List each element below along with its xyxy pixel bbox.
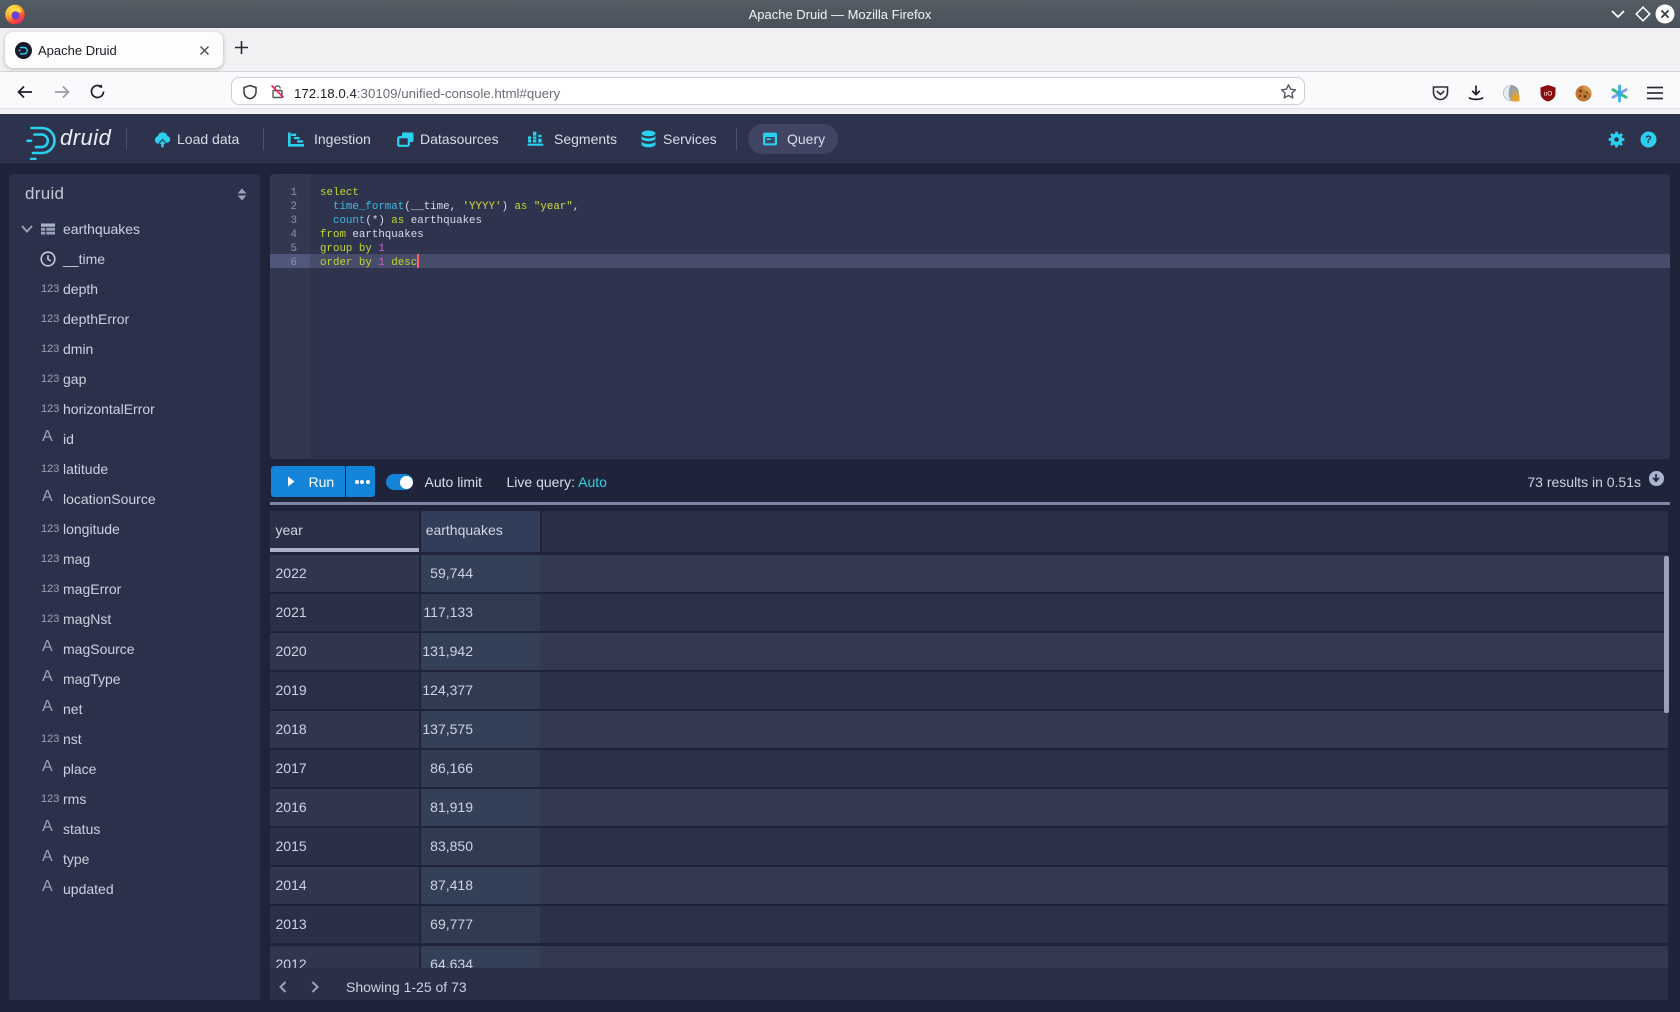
svg-text:uO: uO [1544, 91, 1553, 98]
svg-text:?: ? [1645, 134, 1652, 146]
